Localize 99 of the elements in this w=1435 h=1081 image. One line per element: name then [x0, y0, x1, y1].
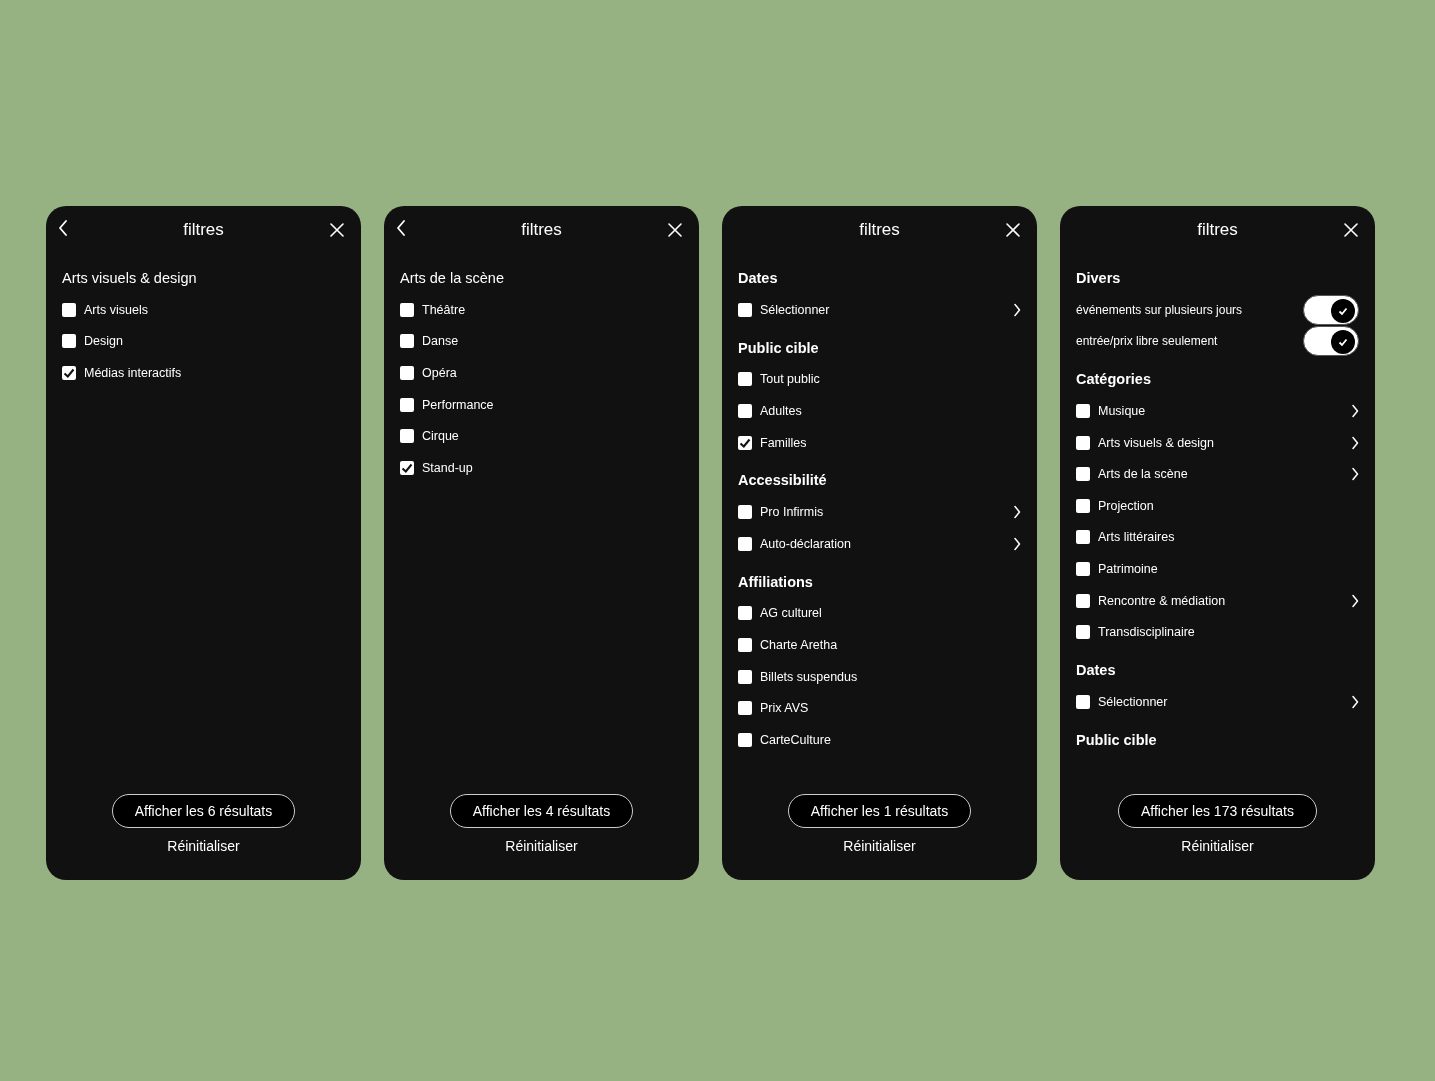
option-label: Arts de la scène: [1098, 467, 1189, 482]
reset-link[interactable]: Réinitialiser: [1181, 838, 1254, 854]
toggle-switch[interactable]: [1303, 294, 1359, 325]
option-label: Cirque: [422, 429, 460, 444]
checkbox[interactable]: [400, 429, 414, 444]
section-heading: Arts visuels & design: [62, 269, 198, 288]
option-label: Rencontre & médiation: [1098, 593, 1227, 608]
checkbox[interactable]: [1076, 694, 1090, 709]
section-heading: Arts de la scène: [400, 269, 505, 288]
chevron-right-icon[interactable]: [1351, 593, 1359, 608]
checkbox[interactable]: [738, 372, 752, 387]
close-icon[interactable]: [1344, 223, 1358, 237]
results-button[interactable]: Afficher les 6 résultats: [111, 794, 296, 828]
results-button[interactable]: Afficher les 1 résultats: [787, 794, 972, 828]
panel-title: filtres: [521, 220, 562, 240]
section-heading: Affiliations: [738, 572, 814, 592]
checkbox[interactable]: [62, 334, 76, 349]
checkbox[interactable]: [1076, 561, 1090, 576]
chevron-right-icon[interactable]: [1351, 435, 1359, 450]
checkbox[interactable]: [738, 701, 752, 716]
checkbox[interactable]: [1076, 530, 1090, 545]
checkbox[interactable]: [738, 435, 752, 450]
option-label: CarteCulture: [760, 732, 832, 747]
option-label: Pro Infirmis: [760, 505, 825, 520]
checkbox[interactable]: [738, 669, 752, 684]
checkbox[interactable]: [400, 302, 414, 317]
option-label: Arts visuels & design: [1098, 435, 1216, 450]
chevron-right-icon[interactable]: [1351, 404, 1359, 418]
checkbox[interactable]: [400, 460, 414, 475]
chevron-right-icon[interactable]: [1013, 505, 1021, 520]
checkbox[interactable]: [1076, 498, 1090, 513]
option-label: Patrimoine: [1098, 561, 1159, 576]
option-label: Transdisciplinaire: [1098, 625, 1196, 640]
option-label: événements sur plusieurs jours: [1076, 302, 1244, 317]
checkbox[interactable]: [738, 505, 752, 520]
section-heading: Accessibilité: [738, 471, 828, 491]
checkbox[interactable]: [62, 302, 76, 317]
back-icon[interactable]: [58, 220, 68, 236]
option-label: Adultes: [760, 404, 803, 418]
panel-title: filtres: [1197, 220, 1238, 240]
back-icon[interactable]: [396, 220, 406, 236]
option-label: Projection: [1098, 498, 1155, 513]
checkbox[interactable]: [738, 637, 752, 652]
option-label: Familles: [760, 435, 808, 450]
option-label: Stand-up: [422, 460, 474, 475]
close-icon[interactable]: [668, 223, 682, 237]
checkbox[interactable]: [62, 366, 76, 380]
checkbox[interactable]: [1076, 467, 1090, 482]
option-label: Sélectionner: [1098, 694, 1169, 709]
option-label: entrée/prix libre seulement: [1076, 334, 1219, 349]
checkbox[interactable]: [738, 732, 752, 747]
option-label: Billets suspendus: [760, 669, 859, 684]
chevron-right-icon[interactable]: [1351, 467, 1359, 482]
check-icon: [62, 366, 76, 380]
option-label: Design: [84, 334, 124, 349]
section-heading: Dates: [738, 269, 779, 288]
option-label: Tout public: [760, 372, 821, 387]
chevron-right-icon[interactable]: [1013, 302, 1021, 317]
checkbox[interactable]: [400, 397, 414, 412]
option-label: Prix AVS: [760, 701, 810, 716]
checkbox[interactable]: [738, 536, 752, 551]
option-label: Charte Aretha: [760, 637, 839, 652]
checkbox[interactable]: [400, 366, 414, 380]
section-heading: Divers: [1076, 269, 1122, 288]
option-label: Sélectionner: [760, 302, 831, 317]
checkbox[interactable]: [1076, 593, 1090, 608]
option-label: Performance: [422, 397, 495, 412]
chevron-right-icon[interactable]: [1351, 694, 1359, 709]
reset-link[interactable]: Réinitialiser: [167, 838, 240, 854]
option-label: AG culturel: [760, 606, 823, 621]
checkbox[interactable]: [1076, 435, 1090, 450]
option-label: Théâtre: [422, 302, 467, 317]
panel-title: filtres: [859, 220, 900, 240]
checkbox[interactable]: [738, 606, 752, 621]
reset-link[interactable]: Réinitialiser: [843, 838, 916, 854]
option-label: Arts visuels: [84, 302, 149, 317]
option-label: Opéra: [422, 366, 458, 380]
section-heading: Public cible: [738, 338, 820, 358]
section-heading: Public cible: [1076, 730, 1158, 750]
close-icon[interactable]: [1006, 223, 1020, 237]
toggle-switch[interactable]: [1303, 326, 1359, 357]
option-label: Médias interactifs: [84, 366, 183, 380]
reset-link[interactable]: Réinitialiser: [505, 838, 578, 854]
section-heading: Dates: [1076, 660, 1117, 680]
option-label: Arts littéraires: [1098, 530, 1176, 545]
section-heading: Catégories: [1076, 370, 1152, 390]
option-label: Danse: [422, 334, 460, 349]
checkbox[interactable]: [1076, 404, 1090, 418]
results-button[interactable]: Afficher les 173 résultats: [1117, 794, 1317, 828]
checkbox[interactable]: [738, 404, 752, 418]
option-label: Auto-déclaration: [760, 536, 853, 551]
option-label: Musique: [1098, 404, 1147, 418]
checkbox[interactable]: [1076, 625, 1090, 640]
results-button[interactable]: Afficher les 4 résultats: [449, 794, 634, 828]
checkbox[interactable]: [738, 302, 752, 317]
checkbox[interactable]: [400, 334, 414, 349]
close-icon[interactable]: [330, 223, 344, 237]
chevron-right-icon[interactable]: [1013, 536, 1021, 551]
panel-title: filtres: [183, 220, 224, 240]
